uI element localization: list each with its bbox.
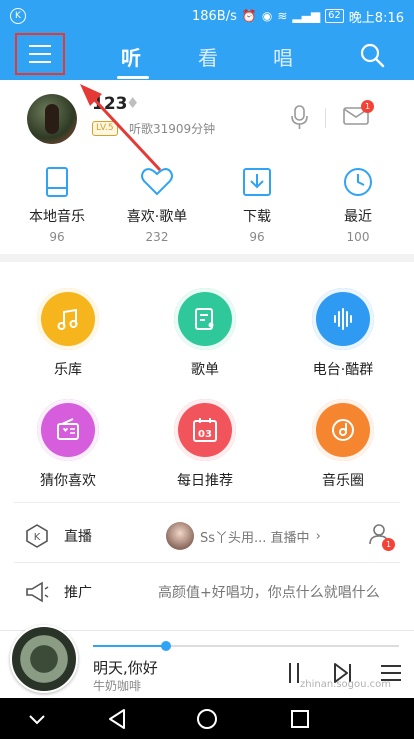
grid-label: 乐库 bbox=[54, 362, 82, 378]
back-icon[interactable] bbox=[104, 706, 130, 732]
grid-label: 歌单 bbox=[191, 362, 219, 378]
progress-knob[interactable] bbox=[161, 641, 172, 651]
tab-watch[interactable]: 看 bbox=[198, 42, 218, 71]
tab-sing[interactable]: 唱 bbox=[273, 42, 293, 71]
radio-icon bbox=[37, 399, 99, 461]
quick-label: 最近 bbox=[344, 209, 372, 225]
avatar bbox=[166, 522, 194, 550]
promo-row[interactable]: 推广 高颜值+好唱功，你点什么就唱什么 bbox=[0, 566, 414, 618]
quick-count: 96 bbox=[249, 230, 265, 244]
grid-label: 每日推荐 bbox=[177, 473, 233, 489]
quick-label: 喜欢·歌单 bbox=[126, 209, 188, 225]
app-notification-icon: K bbox=[10, 8, 26, 24]
songlist-icon bbox=[174, 288, 236, 350]
eye-icon: ◉ bbox=[261, 9, 273, 23]
live-row[interactable]: K 直播 Ss丫头用... 直播中 › 1 bbox=[0, 510, 414, 562]
grid-item-guess-you-like[interactable]: 猜你喜欢 bbox=[18, 399, 118, 490]
clock-icon bbox=[344, 168, 372, 196]
song-artist[interactable]: 牛奶咖啡 bbox=[93, 677, 141, 694]
avatar[interactable] bbox=[27, 94, 77, 144]
wifi-icon: ≋ bbox=[277, 9, 288, 23]
quick-count: 96 bbox=[49, 230, 65, 244]
quick-label: 下载 bbox=[243, 209, 271, 225]
quick-local-music[interactable]: 本地音乐 96 bbox=[17, 166, 97, 244]
live-info-text: Ss丫头用... 直播中 bbox=[200, 530, 310, 546]
live-k-icon: K bbox=[26, 524, 48, 548]
live-info[interactable]: Ss丫头用... 直播中 › bbox=[166, 522, 321, 550]
battery-indicator: 62 bbox=[325, 9, 344, 23]
divider bbox=[14, 562, 400, 563]
grid-item-daily-recommend[interactable]: 03 每日推荐 bbox=[155, 399, 255, 490]
grid-label: 猜你喜欢 bbox=[40, 473, 96, 489]
tab-listen[interactable]: 听 bbox=[121, 42, 141, 71]
calendar-icon: 03 bbox=[174, 399, 236, 461]
divider bbox=[14, 502, 400, 503]
promo-title: 推广 bbox=[64, 585, 92, 601]
clock-time: 晚上8:16 bbox=[348, 10, 404, 26]
microphone-icon[interactable] bbox=[289, 104, 311, 130]
hamburger-menu-button[interactable] bbox=[15, 33, 65, 75]
active-tab-indicator bbox=[117, 76, 149, 79]
message-badge: 1 bbox=[361, 100, 374, 113]
album-cover[interactable] bbox=[10, 625, 78, 693]
app-root: K 186B/s ⏰ ◉ ≋ ▂▄▆ 62 晚上8:16 听 看 唱 123 ♦ bbox=[0, 0, 414, 739]
progress-bar[interactable] bbox=[93, 641, 399, 651]
divider bbox=[325, 108, 326, 128]
diamond-icon[interactable]: ♦ bbox=[126, 94, 139, 112]
hamburger-line bbox=[29, 61, 51, 63]
quick-download[interactable]: 下载 96 bbox=[217, 166, 297, 244]
hamburger-menu-icon bbox=[29, 45, 51, 47]
username[interactable]: 123 bbox=[92, 94, 128, 114]
system-nav-bar bbox=[0, 698, 414, 739]
grid-item-radio-group[interactable]: 电台·酷群 bbox=[293, 288, 393, 379]
live-title: 直播 bbox=[64, 529, 92, 545]
megaphone-icon bbox=[26, 581, 49, 603]
watermark: zhinan.sogou.com bbox=[300, 679, 392, 690]
music-note-icon bbox=[37, 288, 99, 350]
promo-text: 高颜值+好唱功，你点什么就唱什么 bbox=[158, 585, 380, 601]
quick-recent[interactable]: 最近 100 bbox=[318, 166, 398, 244]
status-bar-right: 186B/s ⏰ ◉ ≋ ▂▄▆ 62 晚上8:16 bbox=[192, 7, 404, 26]
recents-icon[interactable] bbox=[287, 706, 313, 732]
home-icon[interactable] bbox=[194, 706, 220, 732]
download-icon bbox=[243, 168, 271, 196]
search-icon[interactable] bbox=[358, 41, 386, 69]
grid-item-library[interactable]: 乐库 bbox=[18, 288, 118, 379]
profile-card: 123 ♦ LV.5 听歌31909分钟 1 本地音乐 96 喜欢·歌单 232… bbox=[0, 80, 414, 254]
phone-icon bbox=[46, 167, 68, 197]
grid-item-songlist[interactable]: 歌单 bbox=[155, 288, 255, 379]
quick-favorites[interactable]: 喜欢·歌单 232 bbox=[117, 166, 197, 244]
mini-player[interactable]: 明天,你好 牛奶咖啡 zhinan.sogou.com bbox=[0, 625, 414, 698]
feature-grid: 乐库 歌单 电台·酷群 猜你喜欢 03 每日推荐 音乐圈 K 直播 Ss丫头用.… bbox=[0, 262, 414, 630]
net-speed: 186B/s bbox=[191, 8, 237, 24]
alarm-icon: ⏰ bbox=[241, 9, 257, 23]
grid-label: 电台·酷群 bbox=[312, 362, 374, 378]
grid-label: 音乐圈 bbox=[322, 473, 364, 489]
quick-count: 100 bbox=[346, 230, 370, 244]
listen-time: 听歌31909分钟 bbox=[129, 122, 216, 136]
grid-item-music-circle[interactable]: 音乐圈 bbox=[293, 399, 393, 490]
soundwave-icon bbox=[312, 288, 374, 350]
progress-fill bbox=[93, 645, 167, 647]
quick-count: 232 bbox=[145, 230, 169, 244]
divider bbox=[350, 510, 351, 562]
level-badge: LV.5 bbox=[92, 121, 118, 136]
signal-icon: ▂▄▆ bbox=[292, 9, 321, 23]
music-circle-icon bbox=[312, 399, 374, 461]
chevron-right-icon: › bbox=[315, 528, 321, 544]
quick-label: 本地音乐 bbox=[29, 209, 85, 225]
svg-text:K: K bbox=[34, 532, 41, 543]
song-title[interactable]: 明天,你好 bbox=[93, 657, 158, 678]
live-badge: 1 bbox=[382, 538, 395, 551]
chevron-down-icon[interactable] bbox=[24, 706, 50, 732]
status-bar: K 186B/s ⏰ ◉ ≋ ▂▄▆ 62 晚上8:16 bbox=[0, 0, 414, 32]
hamburger-line bbox=[29, 53, 51, 55]
calendar-day: 03 bbox=[198, 429, 212, 440]
top-header: 听 看 唱 bbox=[0, 32, 414, 80]
heart-icon bbox=[141, 168, 173, 196]
